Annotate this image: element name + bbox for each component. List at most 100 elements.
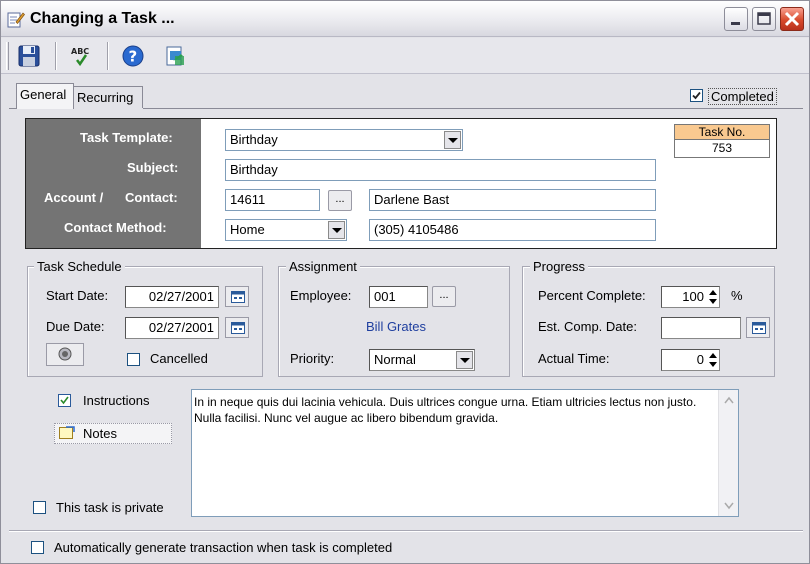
due-date-value: 02/27/2001 [148, 320, 214, 335]
est-comp-date-calendar-button[interactable] [746, 317, 770, 338]
employee-name: Bill Grates [366, 319, 426, 334]
tab-general[interactable]: General [16, 83, 74, 109]
spell-check-button[interactable]: ABC [67, 42, 95, 70]
close-icon [784, 11, 800, 27]
alarm-button[interactable] [46, 343, 84, 366]
start-date-calendar-button[interactable] [225, 286, 249, 307]
svg-text:?: ? [129, 48, 138, 66]
window-title: Changing a Task ... [30, 10, 175, 27]
progress-title: Progress [530, 259, 589, 274]
task-template-label: Task Template: [80, 130, 173, 145]
subject-value: Birthday [230, 162, 278, 177]
export-button[interactable] [161, 42, 189, 70]
help-icon: ? [122, 45, 144, 67]
side-item-instructions[interactable]: Instructions [54, 391, 174, 411]
toolbar-separator [107, 42, 109, 70]
due-date-label: Due Date: [46, 319, 105, 334]
calendar-icon [752, 322, 766, 334]
edit-task-icon [7, 12, 25, 28]
employee-lookup-button[interactable]: ... [432, 286, 456, 307]
svg-text:ABC: ABC [71, 47, 89, 56]
toolbar-grip[interactable] [6, 42, 9, 70]
private-checkbox[interactable] [33, 501, 46, 514]
account-value: 14611 [230, 192, 266, 207]
minimize-icon [731, 22, 740, 25]
toolbar: ABC ? [1, 38, 809, 74]
phone-value: (305) 4105486 [374, 222, 459, 237]
percent-complete-input[interactable]: 100 [661, 286, 720, 308]
side-item-notes[interactable]: Notes [54, 423, 172, 444]
tab-strip-line [143, 108, 803, 109]
spinner-arrows-icon[interactable] [707, 287, 719, 307]
save-button[interactable] [15, 42, 43, 70]
subject-input[interactable]: Birthday [225, 159, 656, 181]
floppy-disk-icon [18, 45, 40, 67]
priority-dropdown-button[interactable] [456, 351, 473, 369]
minimize-button[interactable] [724, 7, 748, 31]
due-date-calendar-button[interactable] [225, 317, 249, 338]
instructions-label: Instructions [83, 393, 150, 408]
task-template-select[interactable]: Birthday [225, 129, 463, 151]
account-label: Account / [44, 190, 104, 205]
spell-check-icon: ABC [71, 47, 89, 67]
actual-time-input[interactable]: 0 [661, 349, 720, 371]
chevron-down-icon [460, 358, 470, 363]
scroll-up-icon[interactable] [721, 392, 737, 408]
start-date-value: 02/27/2001 [148, 289, 214, 304]
contact-method-dropdown-button[interactable] [328, 221, 345, 239]
private-label: This task is private [56, 500, 164, 515]
contact-method-label: Contact Method: [64, 220, 167, 235]
percent-unit: % [731, 288, 743, 303]
employee-input[interactable]: 001 [369, 286, 428, 308]
notes-scrollbar[interactable] [718, 390, 738, 516]
account-input[interactable]: 14611 [225, 189, 320, 211]
subject-label: Subject: [127, 160, 179, 175]
alarm-icon [58, 347, 72, 361]
auto-generate-checkbox[interactable] [31, 541, 44, 554]
bottom-separator [9, 530, 803, 532]
account-lookup-button[interactable]: ... [328, 190, 352, 211]
notes-icon [59, 426, 75, 439]
chevron-down-icon [448, 138, 458, 143]
spinner-arrows-icon[interactable] [707, 350, 719, 370]
completed-label[interactable]: Completed [708, 88, 777, 105]
task-dialog: Changing a Task ... ABC ? General Recurr… [0, 0, 810, 564]
task-template-value: Birthday [230, 132, 278, 147]
priority-select[interactable]: Normal [369, 349, 475, 371]
percent-complete-label: Percent Complete: [538, 288, 646, 303]
cancelled-checkbox[interactable] [127, 353, 140, 366]
task-number-header: Task No. [674, 124, 770, 140]
due-date-input[interactable]: 02/27/2001 [125, 317, 219, 339]
tab-recurring[interactable]: Recurring [74, 86, 143, 108]
tab-recurring-label: Recurring [77, 90, 134, 105]
calendar-icon [231, 322, 245, 334]
contact-name-input[interactable]: Darlene Bast [369, 189, 656, 211]
phone-input[interactable]: (305) 4105486 [369, 219, 656, 241]
task-schedule-title: Task Schedule [34, 259, 125, 274]
help-button[interactable]: ? [119, 42, 147, 70]
start-date-input[interactable]: 02/27/2001 [125, 286, 219, 308]
task-template-dropdown-button[interactable] [444, 131, 461, 149]
instructions-icon [58, 394, 71, 407]
title-bar[interactable]: Changing a Task ... [1, 1, 809, 37]
assignment-title: Assignment [286, 259, 360, 274]
auto-generate-label: Automatically generate transaction when … [54, 540, 393, 555]
maximize-icon [757, 12, 771, 25]
maximize-button[interactable] [752, 7, 776, 31]
notes-textarea[interactable]: In in neque quis dui lacinia vehicula. D… [191, 389, 739, 517]
employee-value: 001 [374, 289, 396, 304]
contact-method-select[interactable]: Home [225, 219, 347, 241]
contact-name-value: Darlene Bast [374, 192, 450, 207]
chevron-down-icon [332, 228, 342, 233]
est-comp-date-input[interactable] [661, 317, 741, 339]
notes-text: In in neque quis dui lacinia vehicula. D… [194, 395, 697, 425]
percent-complete-value: 100 [682, 289, 704, 304]
calendar-icon [231, 291, 245, 303]
notes-label: Notes [83, 426, 117, 441]
contact-label: Contact: [125, 190, 178, 205]
start-date-label: Start Date: [46, 288, 109, 303]
close-button[interactable] [780, 7, 804, 31]
task-number-value: 753 [674, 140, 770, 158]
scroll-down-icon[interactable] [721, 498, 737, 514]
completed-checkbox[interactable] [690, 89, 703, 102]
